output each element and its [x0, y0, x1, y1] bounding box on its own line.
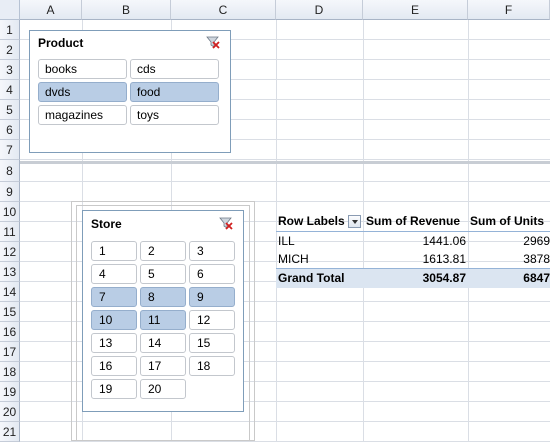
grand-total-revenue: 3054.87: [422, 271, 466, 285]
store-slicer-title: Store: [91, 217, 122, 231]
store-slicer-item-10[interactable]: 10: [91, 310, 137, 330]
row-header-13[interactable]: 13: [0, 262, 20, 282]
store-slicer-item-14[interactable]: 14: [140, 333, 186, 353]
row-header-15[interactable]: 15: [0, 302, 20, 322]
store-slicer-item-8[interactable]: 8: [140, 287, 186, 307]
pivot-header-units: Sum of Units: [470, 214, 544, 228]
store-slicer-item-7[interactable]: 7: [91, 287, 137, 307]
store-slicer-item-17[interactable]: 17: [140, 356, 186, 376]
product-slicer-item-toys[interactable]: toys: [130, 105, 219, 125]
row-header-20[interactable]: 20: [0, 402, 20, 422]
column-header-a[interactable]: A: [20, 0, 82, 20]
column-header-c[interactable]: C: [171, 0, 276, 20]
row-header-11[interactable]: 11: [0, 222, 20, 242]
store-slicer-item-13[interactable]: 13: [91, 333, 137, 353]
grand-total-units: 6847: [523, 271, 550, 285]
row-header-10[interactable]: 10: [0, 202, 20, 222]
store-slicer-item-19[interactable]: 19: [91, 379, 137, 399]
row-header-3[interactable]: 3: [0, 60, 20, 80]
row-header-8[interactable]: 8: [0, 160, 20, 182]
store-slicer-item-2[interactable]: 2: [140, 241, 186, 261]
pivot-header-row-labels: Row Labels: [278, 214, 345, 228]
column-header-e[interactable]: E: [363, 0, 468, 20]
row-header-2[interactable]: 2: [0, 40, 20, 60]
row-header-7[interactable]: 7: [0, 140, 20, 160]
row-header-9[interactable]: 9: [0, 182, 20, 202]
store-slicer-item-1[interactable]: 1: [91, 241, 137, 261]
product-slicer-title: Product: [38, 36, 84, 50]
row-header-16[interactable]: 16: [0, 322, 20, 342]
row-header-6[interactable]: 6: [0, 120, 20, 140]
store-slicer-item-5[interactable]: 5: [140, 264, 186, 284]
row-header-14[interactable]: 14: [0, 282, 20, 302]
grid-line: [20, 181, 550, 182]
clear-filter-icon[interactable]: [219, 216, 233, 230]
store-slicer-item-9[interactable]: 9: [189, 287, 235, 307]
store-slicer-item-6[interactable]: 6: [189, 264, 235, 284]
product-slicer-item-books[interactable]: books: [38, 59, 127, 79]
clear-filter-icon[interactable]: [206, 35, 220, 49]
row-header-12[interactable]: 12: [0, 242, 20, 262]
select-all-corner[interactable]: [0, 0, 20, 20]
product-slicer-item-cds[interactable]: cds: [130, 59, 219, 79]
grid-line: [20, 159, 550, 160]
store-slicer-item-20[interactable]: 20: [140, 379, 186, 399]
row-header-5[interactable]: 5: [0, 100, 20, 120]
row-header-18[interactable]: 18: [0, 362, 20, 382]
row-header-1[interactable]: 1: [0, 20, 20, 40]
product-slicer-item-food[interactable]: food: [130, 82, 219, 102]
row-header-4[interactable]: 4: [0, 80, 20, 100]
row-header-17[interactable]: 17: [0, 342, 20, 362]
column-header-f[interactable]: F: [468, 0, 550, 20]
store-slicer-item-11[interactable]: 11: [140, 310, 186, 330]
grand-total-label: Grand Total: [278, 271, 345, 285]
column-header-b[interactable]: B: [82, 0, 171, 20]
column-header-d[interactable]: D: [276, 0, 363, 20]
pivot-header-revenue: Sum of Revenue: [366, 214, 461, 228]
row-header-19[interactable]: 19: [0, 382, 20, 402]
store-slicer-item-4[interactable]: 4: [91, 264, 137, 284]
store-slicer-item-16[interactable]: 16: [91, 356, 137, 376]
store-slicer-item-15[interactable]: 15: [189, 333, 235, 353]
product-slicer-item-dvds[interactable]: dvds: [38, 82, 127, 102]
product-slicer-item-magazines[interactable]: magazines: [38, 105, 127, 125]
row-labels-filter-dropdown[interactable]: [348, 215, 361, 228]
store-slicer-item-18[interactable]: 18: [189, 356, 235, 376]
store-slicer[interactable]: Store 1 2 3 4 5 6 7 8 9 10 11 12 13 14 15 16 17 18 19 20: [82, 210, 244, 412]
store-slicer-item-12[interactable]: 12: [189, 310, 235, 330]
product-slicer[interactable]: Product books cds dvds food magazines toys: [29, 30, 231, 153]
row-header-21[interactable]: 21: [0, 422, 20, 442]
freeze-pane-split[interactable]: [20, 161, 550, 164]
store-slicer-item-3[interactable]: 3: [189, 241, 235, 261]
